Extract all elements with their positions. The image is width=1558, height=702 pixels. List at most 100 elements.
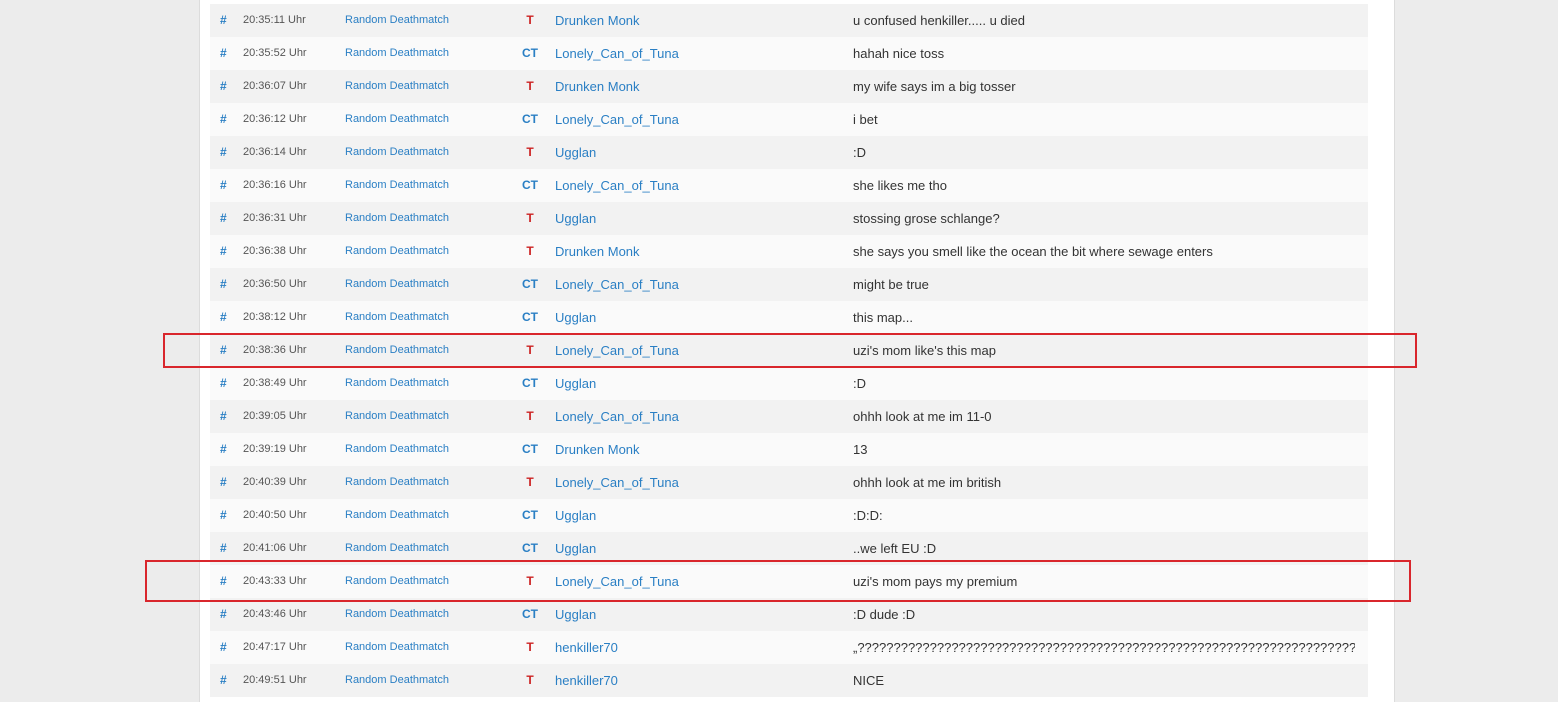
permalink-hash-link[interactable]: # [220,532,232,565]
permalink-hash-link[interactable]: # [220,202,232,235]
team-badge: T [526,79,534,93]
player-name-link[interactable]: Lonely_Can_of_Tuna [555,37,795,70]
chat-message: ohhh look at me im 11-0 [853,409,992,424]
permalink-hash-link[interactable]: # [220,37,232,70]
chat-message: she says you smell like the ocean the bi… [853,244,1213,259]
server-link[interactable]: Random Deathmatch [345,169,495,202]
server-link[interactable]: Random Deathmatch [345,532,495,565]
timestamp: 20:36:07 Uhr [243,80,307,92]
table-row: #20:43:33 Uhr Random Deathmatch T Lonely_Ca… [210,565,1368,598]
permalink-hash-link[interactable]: # [220,235,232,268]
server-link[interactable]: Random Deathmatch [345,4,495,37]
player-name-link[interactable]: Drunken Monk [555,70,795,103]
server-link[interactable]: Random Deathmatch [345,235,495,268]
permalink-hash-link[interactable]: # [220,4,232,37]
server-link[interactable]: Random Deathmatch [345,598,495,631]
table-row: #20:35:52 Uhr Random Deathmatch CT Lonely_C… [210,37,1368,70]
chat-message: u confused henkiller..... u died [853,13,1026,28]
permalink-hash-link[interactable]: # [220,664,232,697]
server-link[interactable]: Random Deathmatch [345,664,495,697]
team-badge: T [526,343,534,357]
chat-message: she likes me tho [853,178,947,193]
permalink-hash-link[interactable]: # [220,466,232,499]
timestamp: 20:35:11 Uhr [243,14,306,26]
player-name-link[interactable]: Lonely_Can_of_Tuna [555,466,795,499]
server-link[interactable]: Random Deathmatch [345,499,495,532]
permalink-hash-link[interactable]: # [220,301,232,334]
timestamp: 20:36:31 Uhr [243,212,307,224]
player-name-link[interactable]: Ugglan [555,532,795,565]
team-badge: CT [522,541,538,555]
player-name-link[interactable]: Lonely_Can_of_Tuna [555,103,795,136]
player-name-link[interactable]: Drunken Monk [555,235,795,268]
timestamp: 20:40:39 Uhr [243,476,307,488]
player-name-link[interactable]: henkiller70 [555,631,795,664]
server-link[interactable]: Random Deathmatch [345,103,495,136]
player-name-link[interactable]: Drunken Monk [555,4,795,37]
chat-message: 13 [853,442,868,457]
server-link[interactable]: Random Deathmatch [345,301,495,334]
server-link[interactable]: Random Deathmatch [345,202,495,235]
permalink-hash-link[interactable]: # [220,136,232,169]
server-link[interactable]: Random Deathmatch [345,37,495,70]
table-row: #20:36:31 Uhr Random Deathmatch T Ugglan sto… [210,202,1368,235]
player-name-link[interactable]: Drunken Monk [555,433,795,466]
permalink-hash-link[interactable]: # [220,433,232,466]
player-name-link[interactable]: Lonely_Can_of_Tuna [555,334,795,367]
player-name-link[interactable]: Ugglan [555,136,795,169]
server-link[interactable]: Random Deathmatch [345,433,495,466]
chat-message: my wife says im a big tosser [853,79,1016,94]
timestamp: 20:36:38 Uhr [243,245,307,257]
timestamp: 20:35:52 Uhr [243,47,307,59]
timestamp: 20:43:46 Uhr [243,608,307,620]
player-name-link[interactable]: Lonely_Can_of_Tuna [555,400,795,433]
permalink-hash-link[interactable]: # [220,268,232,301]
permalink-hash-link[interactable]: # [220,103,232,136]
server-link[interactable]: Random Deathmatch [345,268,495,301]
server-link[interactable]: Random Deathmatch [345,367,495,400]
server-link[interactable]: Random Deathmatch [345,466,495,499]
chat-message: :D dude :D [853,607,916,622]
player-name-link[interactable]: Ugglan [555,499,795,532]
chat-message: „???????????????????????????????????????… [853,640,1355,655]
table-row: #20:49:51 Uhr Random Deathmatch Thenkiller… [210,664,1368,697]
permalink-hash-link[interactable]: # [220,400,232,433]
server-link[interactable]: Random Deathmatch [345,334,495,367]
permalink-hash-link[interactable]: # [220,70,232,103]
player-name-link[interactable]: Lonely_Can_of_Tuna [555,565,795,598]
server-link[interactable]: Random Deathmatch [345,565,495,598]
permalink-hash-link[interactable]: # [220,367,232,400]
player-name-link[interactable]: henkiller70 [555,664,795,697]
table-row: #20:40:39 Uhr Random Deathmatch T Lonely_Ca… [210,466,1368,499]
timestamp: 20:49:51 Uhr [243,674,307,686]
server-link[interactable]: Random Deathmatch [345,631,495,664]
server-link[interactable]: Random Deathmatch [345,136,495,169]
timestamp: 20:43:33 Uhr [243,575,307,587]
player-name-link[interactable]: Lonely_Can_of_Tuna [555,169,795,202]
server-link[interactable]: Random Deathmatch [345,400,495,433]
team-badge: T [526,13,534,27]
player-name-link[interactable]: Ugglan [555,301,795,334]
player-name-link[interactable]: Lonely_Can_of_Tuna [555,268,795,301]
player-name-link[interactable]: Ugglan [555,202,795,235]
table-row: #20:47:17 Uhr Random Deathmatch Thenkiller… [210,631,1368,664]
permalink-hash-link[interactable]: # [220,598,232,631]
timestamp: 20:39:19 Uhr [243,443,307,455]
permalink-hash-link[interactable]: # [220,499,232,532]
permalink-hash-link[interactable]: # [220,565,232,598]
team-badge: T [526,640,534,654]
chat-message: :D [853,145,866,160]
player-name-link[interactable]: Ugglan [555,367,795,400]
team-badge: CT [522,310,538,324]
permalink-hash-link[interactable]: # [220,334,232,367]
team-badge: CT [522,607,538,621]
permalink-hash-link[interactable]: # [220,169,232,202]
team-badge: T [526,574,534,588]
permalink-hash-link[interactable]: # [220,631,232,664]
player-name-link[interactable]: Ugglan [555,598,795,631]
server-link[interactable]: Random Deathmatch [345,70,495,103]
chat-message: this map... [853,310,913,325]
chat-message: :D [853,376,866,391]
timestamp: 20:47:17 Uhr [243,641,307,653]
table-row: #20:40:50 Uhr Random Deathmatch CT Ugglan:D… [210,499,1368,532]
